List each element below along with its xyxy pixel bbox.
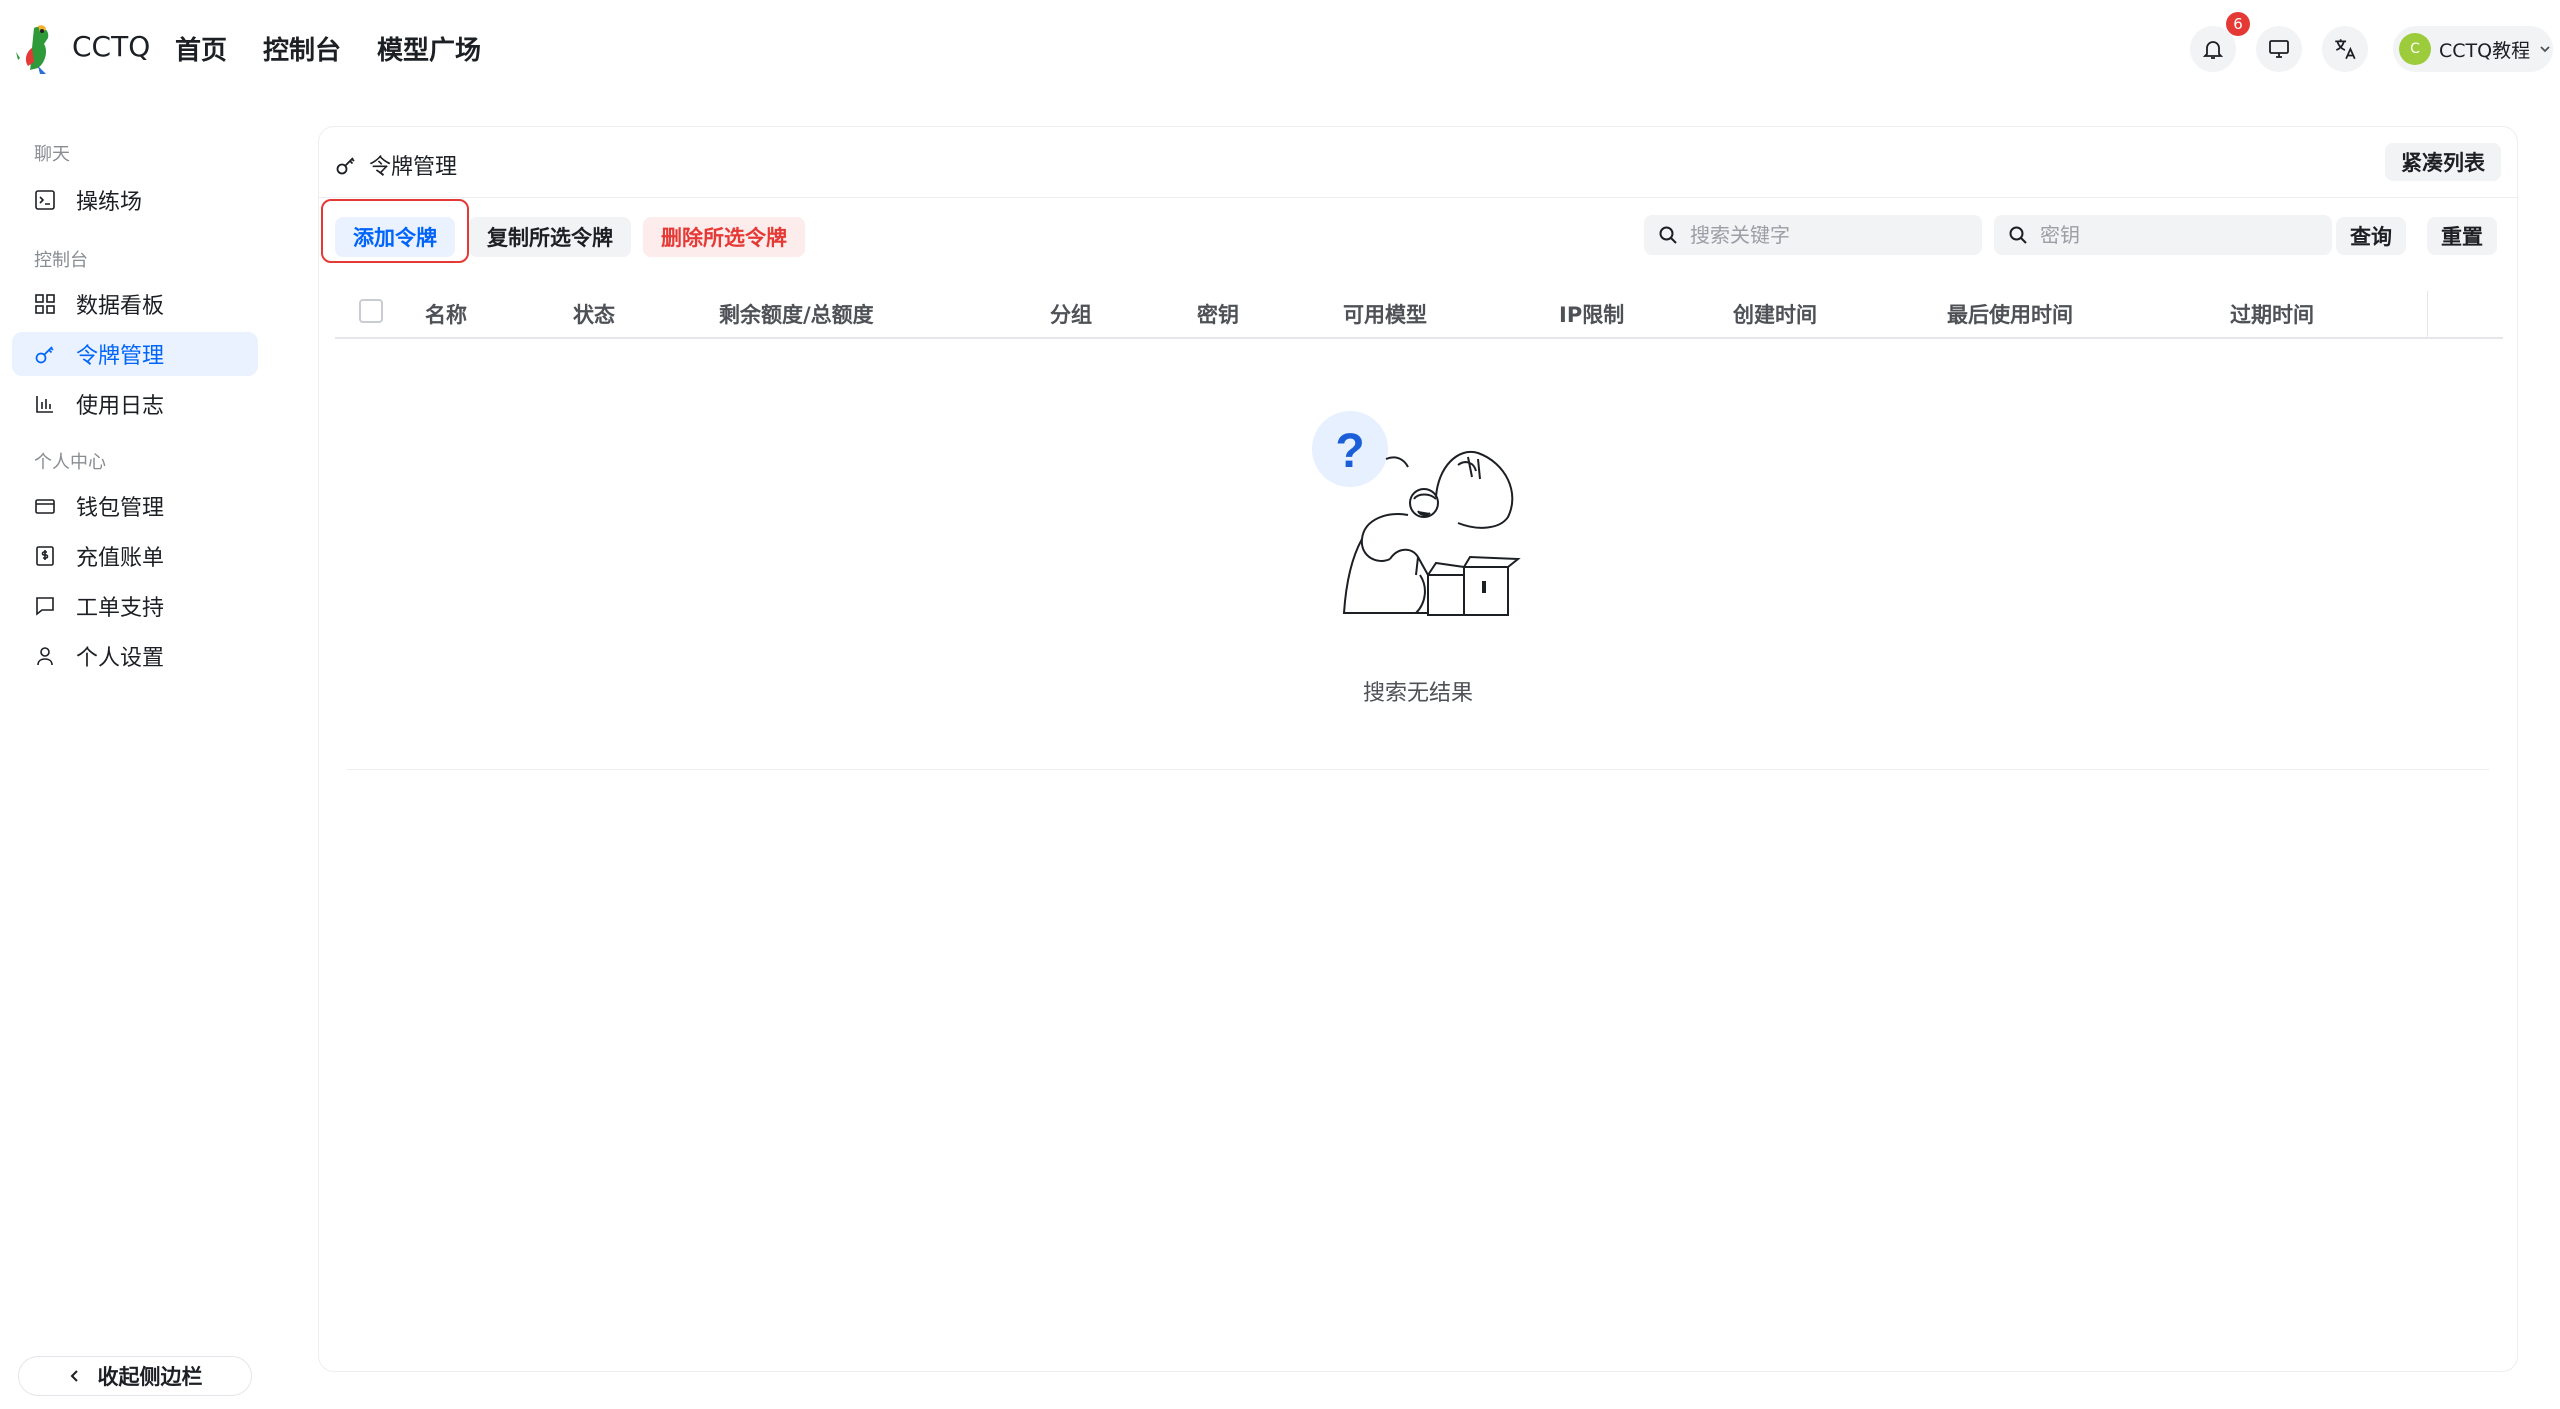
select-all-checkbox[interactable]	[359, 299, 383, 323]
nav-console[interactable]: 控制台	[263, 30, 341, 67]
column-group[interactable]: 分组	[1050, 299, 1092, 329]
translate-icon	[2335, 39, 2356, 60]
sidebar-item-playground[interactable]: 操练场	[12, 178, 258, 222]
column-status[interactable]: 状态	[573, 299, 615, 329]
chat-icon	[36, 597, 54, 616]
sidebar-item-label: 令牌管理	[76, 344, 165, 369]
column-last-used-time[interactable]: 最后使用时间	[1947, 299, 2073, 329]
sidebar-item-label: 钱包管理	[76, 496, 165, 521]
sidebar-section-personal: 个人中心	[34, 452, 106, 473]
terminal-icon	[35, 190, 55, 210]
sidebar-section-chat: 聊天	[34, 144, 70, 165]
nav-model-square[interactable]: 模型广场	[377, 30, 481, 67]
monitor-icon	[2269, 40, 2289, 58]
user-icon	[37, 647, 53, 666]
sidebar-section-console: 控制台	[34, 250, 88, 271]
column-available-models[interactable]: 可用模型	[1343, 299, 1427, 329]
delete-selected-tokens-button[interactable]: 删除所选令牌	[643, 217, 805, 257]
column-quota[interactable]: 剩余额度/总额度	[719, 299, 874, 329]
sidebar-item-personal-settings[interactable]: 个人设置	[12, 634, 258, 678]
query-button[interactable]: 查询	[2336, 217, 2406, 255]
sidebar-item-label: 工单支持	[76, 596, 165, 621]
key-icon	[336, 157, 355, 175]
dashboard-icon	[35, 294, 55, 314]
sidebar-item-token-management[interactable]: 令牌管理	[12, 332, 258, 376]
user-menu[interactable]: C CCTQ教程	[2393, 26, 2553, 72]
svg-text:?: ?	[1335, 425, 1364, 478]
compact-list-button[interactable]: 紧凑列表	[2385, 143, 2501, 181]
divider	[319, 197, 2517, 198]
chevron-down-icon	[2540, 46, 2550, 53]
top-nav: 首页 控制台 模型广场	[175, 30, 481, 67]
top-header: CCTQ 首页 控制台 模型广场 6 C CCTQ教程	[0, 0, 2560, 100]
language-button[interactable]	[2322, 26, 2368, 72]
sidebar-item-usage-logs[interactable]: 使用日志	[12, 382, 258, 426]
notification-badge: 6	[2226, 12, 2250, 36]
copy-selected-tokens-button[interactable]: 复制所选令牌	[469, 217, 631, 257]
divider	[347, 769, 2489, 770]
receipt-icon	[36, 546, 54, 566]
add-token-button[interactable]: 添加令牌	[335, 217, 455, 257]
nav-home[interactable]: 首页	[175, 30, 227, 67]
chevron-left-icon	[70, 1370, 78, 1382]
sidebar-item-dashboard[interactable]: 数据看板	[12, 282, 258, 326]
sidebar-item-label: 充值账单	[76, 546, 165, 571]
empty-state: ? 搜索无结果	[319, 407, 2517, 707]
bar-chart-icon	[36, 396, 53, 413]
column-name[interactable]: 名称	[425, 299, 467, 329]
sidebar-item-label: 使用日志	[76, 394, 165, 419]
brand-name[interactable]: CCTQ	[72, 30, 150, 63]
empty-state-text: 搜索无结果	[1362, 681, 1473, 706]
display-mode-button[interactable]	[2256, 26, 2302, 72]
keyword-search-input[interactable]	[1690, 223, 1970, 247]
sidebar-item-recharge-bills[interactable]: 充值账单	[12, 534, 258, 578]
sidebar-item-ticket-support[interactable]: 工单支持	[12, 584, 258, 628]
user-name: CCTQ教程	[2439, 39, 2531, 62]
bell-icon	[2202, 41, 2224, 59]
collapse-sidebar-button[interactable]: 收起侧边栏	[18, 1356, 252, 1396]
page-title-text: 令牌管理	[369, 155, 458, 180]
reset-button[interactable]: 重置	[2427, 217, 2497, 255]
parrot-logo-icon[interactable]	[12, 22, 62, 74]
column-divider	[2427, 291, 2428, 337]
key-search-field[interactable]	[1994, 215, 2332, 255]
sidebar-item-label: 数据看板	[76, 294, 165, 319]
sidebar-item-label: 操练场	[76, 190, 143, 215]
token-management-card: 令牌管理 紧凑列表 添加令牌 复制所选令牌 删除所选令牌 查询 重置 名称 状态…	[318, 126, 2518, 1372]
column-created-time[interactable]: 创建时间	[1733, 299, 1817, 329]
page-title: 令牌管理	[335, 149, 457, 181]
avatar: C	[2399, 33, 2431, 65]
table-header: 名称 状态 剩余额度/总额度 分组 密钥 可用模型 IP限制 创建时间 最后使用…	[335, 281, 2503, 339]
empty-search-illustration-icon: ?	[1312, 411, 1521, 616]
collapse-sidebar-label: 收起侧边栏	[97, 1365, 203, 1389]
wallet-icon	[35, 499, 55, 514]
search-icon	[2009, 226, 2027, 244]
key-icon	[35, 346, 54, 364]
sidebar: 聊天 操练场 控制台 数据看板 令牌管理 使用日志 个人中心 钱包管理 充值账单…	[0, 120, 270, 1409]
column-key[interactable]: 密钥	[1197, 299, 1239, 329]
keyword-search-field[interactable]	[1644, 215, 1982, 255]
sidebar-item-label: 个人设置	[76, 646, 165, 671]
column-ip-limit[interactable]: IP限制	[1559, 299, 1624, 329]
column-expiry-time[interactable]: 过期时间	[2230, 299, 2314, 329]
sidebar-item-wallet[interactable]: 钱包管理	[12, 484, 258, 528]
key-search-input[interactable]	[2040, 223, 2320, 247]
search-icon	[1659, 226, 1677, 244]
